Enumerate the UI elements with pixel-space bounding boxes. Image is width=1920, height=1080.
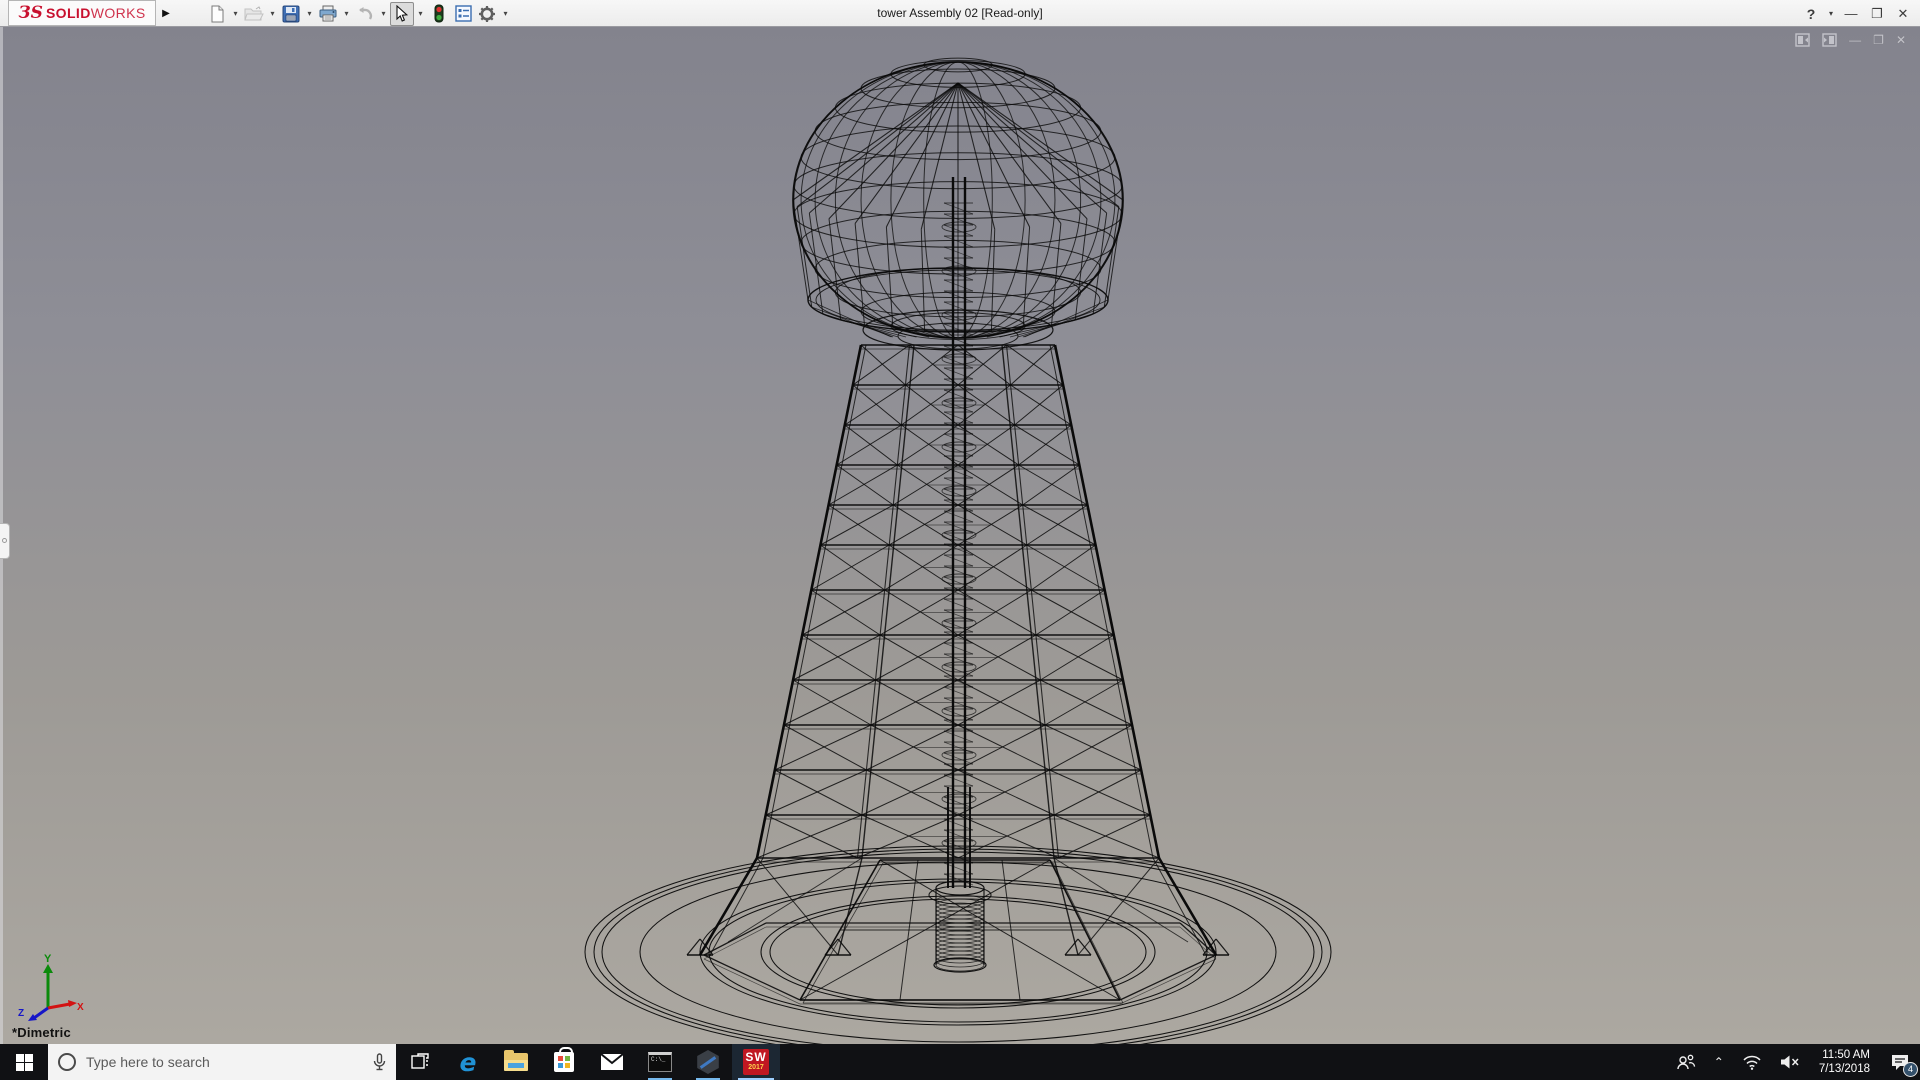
new-document-icon [208,5,226,23]
hexagon-app-icon [696,1050,720,1074]
windows-taskbar: e C:\_ SW 2017 [0,1044,1920,1080]
show-hidden-icons-button[interactable]: ⌃ [1705,1044,1733,1080]
axis-x-label: X [77,1002,84,1013]
flyout-dot-icon [2,538,7,543]
solidworks-logo: ЗS SOLIDWORKS [8,0,156,26]
featuremanager-flyout-tab[interactable] [0,523,10,559]
windows-logo-icon [16,1054,33,1071]
previous-window-icon[interactable] [1795,33,1810,47]
document-window-controls: — ❐ ✕ [1795,33,1906,47]
tower-wireframe-model[interactable] [0,27,1920,1044]
next-window-icon[interactable] [1822,33,1837,47]
doc-close-button[interactable]: ✕ [1896,33,1906,47]
standard-toolbar: ▾ ▾ ▾ ▾ [205,0,512,27]
solidworks-2017-icon: SW 2017 [743,1049,769,1075]
view-orientation-label: *Dimetric [12,1025,71,1040]
close-button[interactable]: ✕ [1892,6,1914,22]
axis-z-label: Z [18,1008,24,1019]
window-controls: ? ▾ — ❐ ✕ [1800,0,1914,27]
help-button[interactable]: ? [1800,6,1822,22]
solidworks-2017-button[interactable]: SW 2017 [732,1044,780,1080]
task-view-button[interactable] [396,1044,444,1080]
select-cursor-icon [395,5,409,22]
cortana-icon [58,1053,76,1071]
print-caret-icon[interactable]: ▾ [340,2,353,26]
network-button[interactable] [1733,1044,1771,1080]
search-input[interactable] [86,1054,326,1070]
microsoft-store-button[interactable] [540,1044,588,1080]
select-tool-button[interactable] [390,2,414,26]
save-floppy-icon [282,5,300,23]
axis-y-label: Y [44,953,52,965]
rebuild-traffic-light-icon [434,4,444,23]
tray-time: 11:50 AM [1819,1048,1870,1062]
new-document-button[interactable] [205,2,229,26]
titlebar: tower Assembly 02 [Read-only] ЗS SOLIDWO… [0,0,1920,27]
task-view-icon [410,1052,430,1072]
file-explorer-icon [504,1053,528,1071]
microphone-icon[interactable] [373,1053,386,1071]
menu-flyout-arrow-icon[interactable]: ▶ [158,0,174,26]
open-document-button[interactable] [242,2,266,26]
start-button[interactable] [0,1044,48,1080]
edge-icon: e [460,1048,477,1077]
command-prompt-icon: C:\_ [648,1052,672,1072]
taskbar-clock[interactable]: 11:50 AM 7/13/2018 [1809,1044,1880,1080]
store-icon [554,1052,574,1072]
solidworks-logo-text: SOLIDWORKS [46,5,146,21]
edge-browser-button[interactable]: e [444,1044,492,1080]
taskbar-search[interactable] [48,1044,396,1080]
undo-button[interactable] [353,2,377,26]
file-explorer-button[interactable] [492,1044,540,1080]
mail-icon [600,1053,624,1071]
undo-arrow-icon [356,6,374,22]
open-folder-icon [244,6,264,22]
hexagon-app-button[interactable] [684,1044,732,1080]
action-center-button[interactable]: 4 [1880,1044,1920,1080]
orientation-triad: Y X Z [14,950,84,1022]
ds-logo-icon: ЗS [18,3,43,23]
minimize-button[interactable]: — [1840,6,1862,21]
system-tray: ⌃ 11:50 AM 7/13/2018 4 [1667,1044,1920,1080]
wifi-icon [1742,1055,1762,1070]
options-gear-icon [478,5,496,23]
options-button[interactable] [475,2,499,26]
chevron-up-icon: ⌃ [1714,1055,1724,1069]
file-properties-button[interactable] [451,2,475,26]
save-caret-icon[interactable]: ▾ [303,2,316,26]
options-caret-icon[interactable]: ▾ [499,2,512,26]
new-caret-icon[interactable]: ▾ [229,2,242,26]
volume-button[interactable] [1771,1044,1809,1080]
save-button[interactable] [279,2,303,26]
help-caret-icon[interactable]: ▾ [1826,9,1836,18]
print-button[interactable] [316,2,340,26]
open-caret-icon[interactable]: ▾ [266,2,279,26]
rebuild-button[interactable] [427,2,451,26]
graphics-viewport[interactable]: — ❐ ✕ Y X Z *Dimetric [0,27,1920,1044]
tray-date: 7/13/2018 [1819,1062,1870,1076]
select-caret-icon[interactable]: ▾ [414,2,427,26]
undo-caret-icon[interactable]: ▾ [377,2,390,26]
doc-restore-button[interactable]: ❐ [1873,33,1884,47]
restore-button[interactable]: ❐ [1866,6,1888,22]
doc-minimize-button[interactable]: — [1849,33,1861,47]
people-icon [1676,1054,1696,1070]
notification-badge: 4 [1903,1062,1918,1077]
file-properties-icon [455,5,472,22]
speaker-muted-icon [1780,1054,1800,1070]
people-button[interactable] [1667,1044,1705,1080]
command-prompt-button[interactable]: C:\_ [636,1044,684,1080]
mail-button[interactable] [588,1044,636,1080]
print-icon [318,5,338,22]
